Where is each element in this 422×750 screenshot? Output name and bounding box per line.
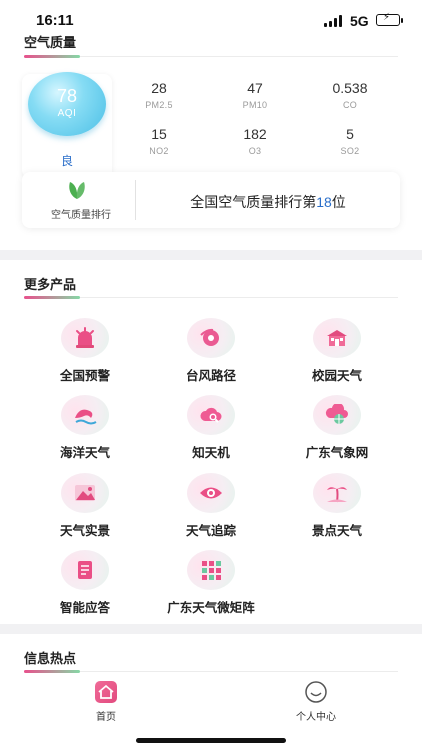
pollutant-no2: 15 NO2 (114, 126, 204, 156)
title-rule (80, 56, 398, 57)
pollutant-label: PM2.5 (145, 100, 173, 110)
pollutant-pm25: 28 PM2.5 (114, 80, 204, 110)
pollutant-label: NO2 (149, 146, 169, 156)
tab-label: 首页 (96, 712, 116, 723)
tab-home[interactable]: 首页 (66, 678, 146, 726)
product-label: 知天机 (192, 446, 230, 460)
product-guangdong-weather-site[interactable]: 广东气象网 (284, 395, 394, 465)
pollutant-label: PM10 (242, 100, 268, 110)
aqi-unit: AQI (57, 108, 77, 119)
pollutant-value: 182 (243, 126, 267, 142)
aqi-bubble: 78 AQI (28, 72, 106, 136)
more-products-card: 更多产品 全国预警 台风路径 校园天气 海洋天气 知天机 广东气象网 天气实景 … (0, 260, 422, 624)
pollutant-label: SO2 (340, 146, 360, 156)
pollutant-o3: 182 O3 (210, 126, 300, 156)
home-indicator[interactable] (136, 738, 286, 743)
pollutant-value: 47 (247, 80, 263, 96)
tab-label: 个人中心 (296, 712, 336, 723)
product-smart-answer[interactable]: 智能应答 (32, 550, 142, 620)
status-bar: 16:11 5G (0, 0, 422, 29)
document-icon (61, 550, 109, 590)
product-weather-live-view[interactable]: 天气实景 (32, 473, 142, 543)
wave-icon (61, 395, 109, 435)
product-national-warning[interactable]: 全国预警 (32, 318, 142, 388)
palm-tree-icon (313, 473, 361, 513)
aqi-level: 良 (60, 154, 73, 168)
home-icon (95, 681, 117, 703)
product-label: 景点天气 (311, 524, 362, 538)
signal-icon (324, 15, 342, 27)
section-title-info-hotspot: 信息热点 (24, 651, 77, 666)
status-time: 16:11 (36, 12, 74, 29)
ranking-divider (135, 180, 136, 220)
title-underline (24, 670, 80, 673)
product-label: 天气追踪 (185, 524, 236, 538)
product-label: 校园天气 (311, 369, 362, 383)
ranking-text-prefix: 全国空气质量排行第 (190, 194, 317, 210)
air-quality-card: 空气质量 78 AQI 良 28 PM2.5 47 PM10 0.538 CO … (0, 14, 422, 250)
title-underline (24, 55, 80, 58)
product-scenic-spot-weather[interactable]: 景点天气 (284, 473, 394, 543)
section-title-more-products: 更多产品 (24, 277, 77, 292)
ranking-number: 18 (316, 194, 332, 210)
cloud-globe-icon (313, 395, 361, 435)
product-label: 广东气象网 (305, 446, 369, 460)
ranking-button-label[interactable]: 空气质量排行 (36, 206, 126, 221)
grid-icon (187, 550, 235, 590)
title-rule (80, 671, 398, 672)
aqi-indicator[interactable]: 78 AQI 良 (22, 72, 112, 178)
pollutant-label: O3 (248, 146, 262, 156)
title-rule (80, 297, 398, 298)
pollutant-value: 5 (346, 126, 354, 142)
tab-personal-center[interactable]: 个人中心 (276, 678, 356, 726)
smiley-icon (305, 681, 327, 703)
product-label: 广东天气微矩阵 (167, 601, 255, 615)
pollutant-co: 0.538 CO (305, 80, 395, 110)
school-icon (313, 318, 361, 358)
network-label: 5G (350, 13, 369, 29)
ranking-text-suffix: 位 (331, 194, 346, 210)
battery-icon (376, 14, 400, 26)
product-typhoon-path[interactable]: 台风路径 (158, 318, 268, 388)
eye-icon (187, 473, 235, 513)
product-weather-tracking[interactable]: 天气追踪 (158, 473, 268, 543)
product-label: 智能应答 (59, 601, 110, 615)
pollutant-value: 0.538 (332, 80, 368, 96)
product-label: 全国预警 (59, 369, 110, 383)
pollutant-so2: 5 SO2 (305, 126, 395, 156)
product-marine-weather[interactable]: 海洋天气 (32, 395, 142, 465)
ranking-text: 全国空气质量排行第18位 (146, 192, 390, 212)
cloud-search-icon (187, 395, 235, 435)
leaf-icon (69, 182, 85, 199)
aqi-value: 78 (56, 86, 78, 106)
product-label: 台风路径 (185, 369, 236, 383)
product-guangdong-weather-matrix[interactable]: 广东天气微矩阵 (158, 550, 268, 620)
product-zhi-tian-ji[interactable]: 知天机 (158, 395, 268, 465)
alarm-icon (61, 318, 109, 358)
air-quality-ranking-panel[interactable]: 空气质量排行 全国空气质量排行第18位 (22, 172, 400, 228)
landscape-icon (61, 473, 109, 513)
product-label: 海洋天气 (59, 446, 110, 460)
product-campus-weather[interactable]: 校园天气 (284, 318, 394, 388)
typhoon-icon (187, 318, 235, 358)
info-hotspot-card: 信息热点 (0, 634, 422, 678)
title-underline (24, 296, 80, 299)
product-label: 天气实景 (59, 524, 110, 538)
pollutant-label: CO (342, 100, 358, 110)
pollutant-value: 28 (151, 80, 167, 96)
battery-cap (401, 18, 403, 23)
pollutant-value: 15 (151, 126, 167, 142)
section-title-air-quality: 空气质量 (24, 35, 77, 50)
pollutant-pm10: 47 PM10 (210, 80, 300, 110)
